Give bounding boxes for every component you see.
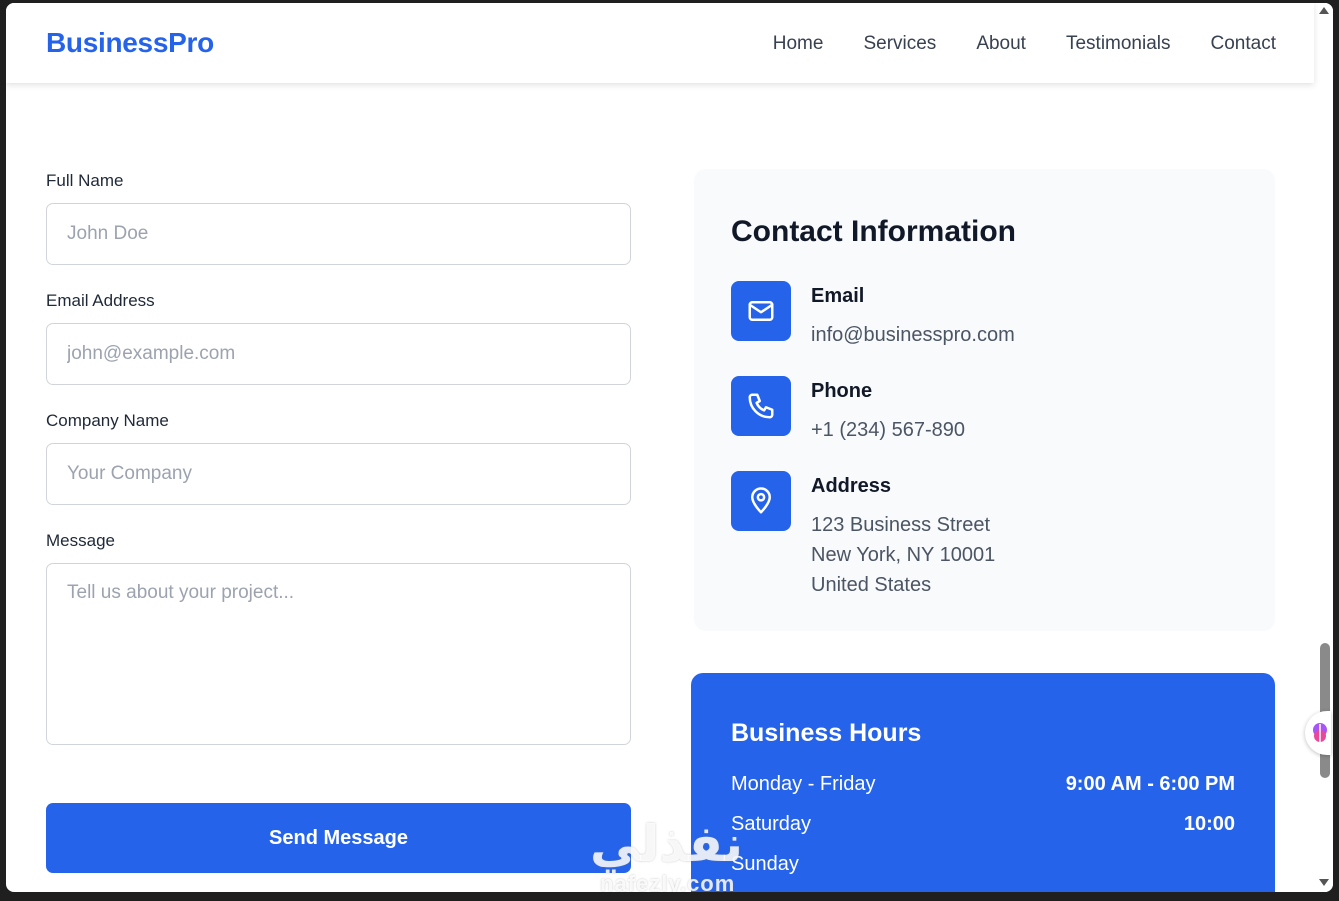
extension-widget[interactable] [1305, 711, 1331, 755]
message-label: Message [46, 531, 115, 550]
map-pin-icon [731, 471, 791, 531]
company-label: Company Name [46, 411, 169, 430]
contact-info-card: Contact Information Email info@businessp… [694, 169, 1275, 631]
full-name-group: Full Name [46, 171, 631, 265]
nav-contact-link[interactable]: Contact [1211, 33, 1276, 55]
browser-viewport: BusinessPro Home Services About Testimon… [6, 3, 1333, 892]
company-group: Company Name [46, 411, 631, 505]
phone-info-label: Phone [811, 380, 873, 402]
message-group: Message [46, 531, 631, 750]
scroll-down-arrow-icon[interactable] [1319, 879, 1329, 886]
scroll-up-arrow-icon[interactable] [1319, 7, 1329, 14]
brand-logo[interactable]: BusinessPro [46, 27, 214, 59]
phone-info-value[interactable]: +1 (234) 567-890 [811, 415, 965, 445]
address-line-2: New York, NY 10001 [811, 544, 996, 566]
hours-time: 10:00 [1183, 813, 1235, 835]
email-group: Email Address [46, 291, 631, 385]
hours-row: Monday - Friday 9:00 AM - 6:00 PM [731, 773, 1235, 796]
address-line-3: United States [811, 574, 932, 596]
contact-form: Full Name Email Address Company Name Mes… [46, 171, 631, 776]
email-label: Email Address [46, 291, 155, 310]
email-info-value[interactable]: info@businesspro.com [811, 320, 1015, 350]
email-info-label: Email [811, 285, 865, 307]
mail-icon [731, 281, 791, 341]
nav-testimonials-link[interactable]: Testimonials [1066, 33, 1171, 55]
hours-day: Monday - Friday [731, 773, 876, 795]
watermark-logo: نفذلي [590, 815, 744, 873]
phone-icon [731, 376, 791, 436]
hours-time: 9:00 AM - 6:00 PM [1065, 773, 1235, 795]
brain-icon [1313, 723, 1327, 742]
hours-row: Sunday [731, 853, 1235, 876]
full-name-input[interactable] [46, 203, 631, 265]
send-message-button[interactable]: Send Message [46, 803, 631, 873]
navbar: BusinessPro Home Services About Testimon… [6, 3, 1314, 83]
email-input[interactable] [46, 323, 631, 385]
company-input[interactable] [46, 443, 631, 505]
address-info-label: Address [811, 475, 892, 497]
hours-row: Saturday 10:00 [731, 813, 1235, 836]
watermark-url: nafezly.com [600, 871, 736, 892]
nav-services-link[interactable]: Services [863, 33, 936, 55]
nav-about-link[interactable]: About [976, 33, 1026, 55]
message-textarea[interactable] [46, 563, 631, 745]
nav-links: Home Services About Testimonials Contact [773, 33, 1276, 55]
contact-info-title: Contact Information [731, 215, 1016, 248]
business-hours-title: Business Hours [731, 719, 922, 747]
scrollbar[interactable] [1315, 3, 1333, 892]
full-name-label: Full Name [46, 171, 124, 190]
business-hours-card: Business Hours Monday - Friday 9:00 AM -… [691, 673, 1275, 892]
address-info-value: 123 Business Street New York, NY 10001 U… [811, 510, 995, 600]
address-line-1: 123 Business Street [811, 514, 990, 536]
nav-home-link[interactable]: Home [773, 33, 824, 55]
